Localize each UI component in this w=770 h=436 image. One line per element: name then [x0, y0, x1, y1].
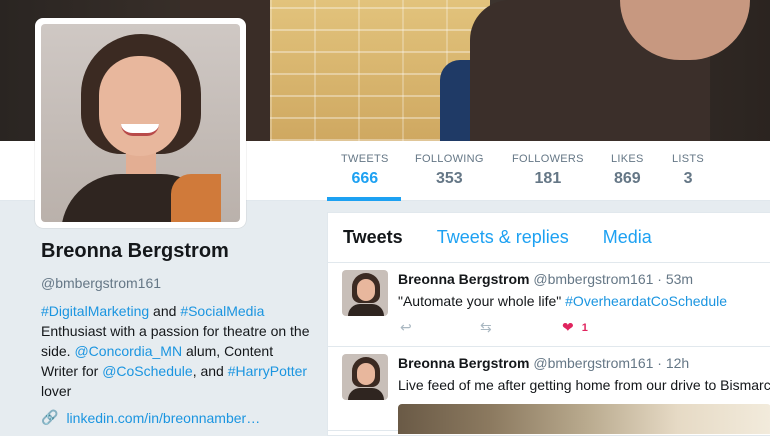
stat-label: TWEETS — [341, 153, 389, 165]
active-stat-underline — [327, 197, 401, 201]
tweet-avatar[interactable] — [342, 354, 388, 400]
stat-value: 3 — [683, 170, 693, 187]
tweet-avatar[interactable] — [342, 270, 388, 316]
tweet-header: Breonna Bergstrom @bmbergstrom161 · 53m — [398, 271, 693, 287]
stat-value: 666 — [351, 170, 379, 187]
stat-lists[interactable]: LISTS 3 — [672, 153, 704, 188]
hashtag-link[interactable]: #SocialMedia — [180, 303, 264, 319]
tweet-time[interactable]: 53m — [666, 271, 693, 287]
stat-likes[interactable]: LIKES 869 — [611, 153, 644, 188]
tweet-text: "Automate your whole life" #OverheardatC… — [398, 293, 727, 309]
stat-label: FOLLOWERS — [512, 153, 584, 165]
tweet-text-plain: "Automate your whole life" — [398, 293, 566, 309]
link-icon: 🔗 — [41, 409, 59, 425]
tweet-dot: · — [657, 355, 662, 371]
stat-value: 869 — [613, 170, 641, 187]
avatar-face — [357, 279, 375, 301]
tweet[interactable]: Breonna Bergstrom @bmbergstrom161 · 53m … — [328, 263, 770, 347]
stat-tweets[interactable]: TWEETS 666 — [341, 153, 389, 188]
avatar-face — [357, 363, 375, 385]
profile-bio: #DigitalMarketing and #SocialMedia Enthu… — [41, 301, 311, 401]
tweet-author-handle[interactable]: @bmbergstrom161 — [533, 271, 653, 287]
avatar-top — [348, 304, 384, 316]
like-button[interactable]: ❤ 1 — [562, 319, 588, 336]
stat-value: 353 — [436, 170, 463, 187]
stat-label: FOLLOWING — [415, 153, 484, 165]
avatar-top — [348, 388, 384, 400]
tweet-time[interactable]: 12h — [666, 355, 689, 371]
hashtag-link[interactable]: #OverheardatCoSchedule — [565, 293, 727, 309]
profile-name[interactable]: Breonna Bergstrom — [41, 240, 311, 263]
timeline-tabs: Tweets Tweets & replies Media — [328, 213, 770, 263]
tweet-media-image[interactable] — [398, 404, 770, 434]
hashtag-link[interactable]: #DigitalMarketing — [41, 303, 149, 319]
tab-tweets[interactable]: Tweets — [343, 227, 403, 248]
tweet-author-name[interactable]: Breonna Bergstrom — [398, 355, 529, 371]
stat-following[interactable]: FOLLOWING 353 — [415, 153, 484, 188]
avatar-scarf — [171, 174, 221, 222]
stat-value: 181 — [534, 170, 562, 187]
tab-media[interactable]: Media — [603, 227, 652, 248]
bio-text: and — [149, 303, 181, 319]
stat-followers[interactable]: FOLLOWERS 181 — [512, 153, 584, 188]
tweet[interactable]: Breonna Bergstrom @bmbergstrom161 · 12h … — [328, 347, 770, 434]
profile-avatar[interactable] — [35, 18, 246, 228]
bio-text: lover — [41, 383, 72, 399]
avatar — [41, 24, 240, 222]
mention-link[interactable]: @CoSchedule — [102, 363, 193, 379]
tweet-dot: · — [657, 271, 662, 287]
profile-url-link[interactable]: linkedin.com/in/breonnamber… — [66, 410, 260, 426]
tweet-author-handle[interactable]: @bmbergstrom161 — [533, 355, 653, 371]
timeline: Tweets Tweets & replies Media Breonna Be… — [327, 212, 770, 436]
stat-label: LIKES — [611, 153, 644, 165]
tweet-header: Breonna Bergstrom @bmbergstrom161 · 12h — [398, 355, 689, 371]
profile-card: Breonna Bergstrom @bmbergstrom161 #Digit… — [41, 240, 311, 426]
like-count: 1 — [581, 322, 588, 335]
mention-link[interactable]: @Concordia_MN — [74, 343, 182, 359]
avatar-smile — [121, 124, 159, 136]
heart-icon: ❤ — [562, 319, 574, 335]
stat-label: LISTS — [672, 153, 705, 165]
reply-icon[interactable]: ↩ — [400, 319, 412, 336]
bio-text: , and — [192, 363, 228, 379]
profile-url: 🔗 linkedin.com/in/breonnamber… — [41, 409, 311, 426]
hashtag-link[interactable]: #HarryPotter — [228, 363, 307, 379]
avatar-face — [99, 56, 181, 156]
tweet-text: Live feed of me after getting home from … — [398, 377, 770, 393]
tweet-author-name[interactable]: Breonna Bergstrom — [398, 271, 529, 287]
tweet-actions: ↩ ⇆ ❤ 1 — [400, 319, 700, 337]
profile-handle[interactable]: @bmbergstrom161 — [41, 275, 311, 291]
retweet-icon[interactable]: ⇆ — [480, 319, 492, 336]
tab-tweets-replies[interactable]: Tweets & replies — [437, 227, 569, 248]
